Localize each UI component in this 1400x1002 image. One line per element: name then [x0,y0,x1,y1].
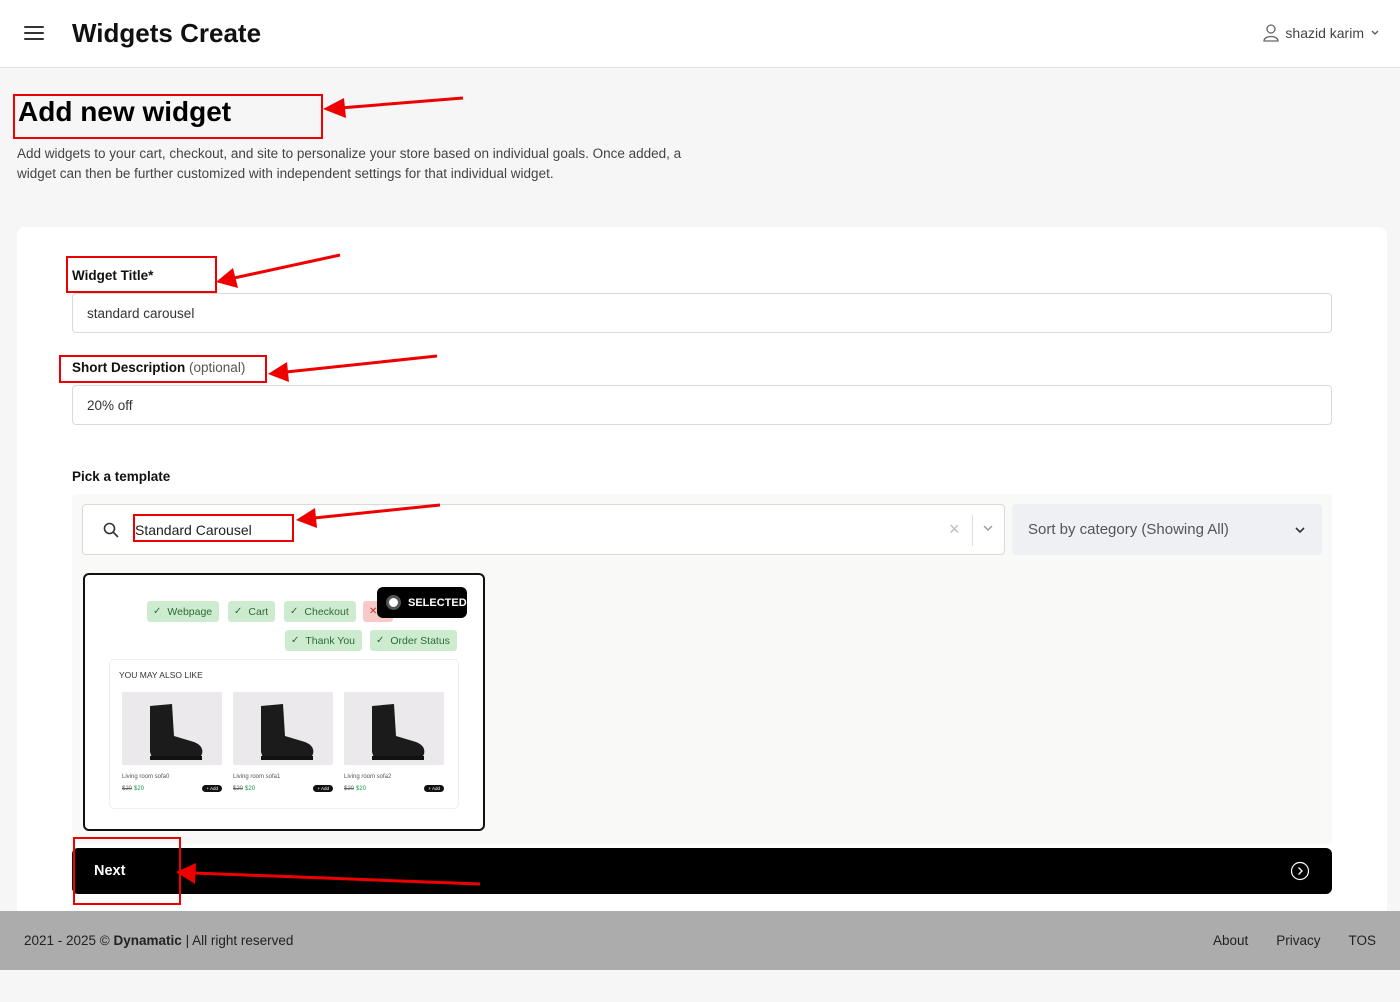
radio-selected-icon [386,595,401,610]
check-icon: ✓ [153,606,162,617]
product-card: Living room sofa1 $20 $20 + Add [233,692,333,792]
template-search-box[interactable]: × [82,504,1005,555]
next-button-label: Next [94,863,126,879]
check-icon: ✓ [291,635,300,646]
chevron-down-icon [1371,30,1379,35]
widget-title-label: Widget Title* [72,268,154,283]
add-to-cart-button: + Add [313,785,333,792]
divider [972,515,973,546]
boot-image [344,692,444,765]
footer-link-privacy[interactable]: Privacy [1276,933,1320,948]
next-button[interactable]: Next [72,848,1332,894]
top-bar: Widgets Create shazid karim [0,0,1400,68]
footer-link-tos[interactable]: TOS [1348,933,1376,948]
arrow-right-circle-icon [1290,861,1310,881]
chip-thank-you: ✓ Thank You [285,630,363,651]
short-description-label-text: Short Description [72,360,186,375]
user-icon [1263,24,1280,42]
page-description: Add widgets to your cart, checkout, and … [17,146,682,181]
boot-image [122,692,222,765]
chip-order-status: ✓ Order Status [370,630,457,651]
chip-checkout: ✓ Checkout [284,601,356,622]
footer-link-about[interactable]: About [1213,933,1248,948]
user-menu[interactable]: shazid karim [1263,24,1380,42]
app-title: Widgets Create [72,18,262,48]
short-description-label: Short Description (optional) [72,360,245,375]
check-icon: ✓ [234,606,243,617]
product-card: Living room sofa2 $20 $20 + Add [344,692,444,792]
optional-tag: (optional) [189,360,246,375]
carousel-preview: YOU MAY ALSO LIKE Living room sofa0 $20 $… [110,660,458,808]
chevron-down-icon [1295,526,1305,533]
chevron-down-icon[interactable] [982,523,994,533]
page-title: Add new widget [18,96,232,127]
clear-search-icon[interactable]: × [949,519,960,540]
hamburger-menu-icon[interactable] [24,26,44,42]
add-to-cart-button: + Add [202,785,222,792]
template-card-standard-carousel[interactable]: ✓ Webpage ✓ Cart ✓ Checkout ✕ ✓ Thank You ✓ O… [83,573,485,831]
chip-webpage: ✓ Webpage [147,601,220,622]
template-search-input[interactable] [135,519,935,541]
add-to-cart-button: + Add [424,785,444,792]
search-icon [103,522,119,538]
sort-select-value: Sort by category (Showing All) [1028,521,1229,538]
footer: 2021 - 2025 © Dynamatic | All right rese… [0,911,1400,970]
pick-template-label: Pick a template [72,469,171,484]
preview-heading: YOU MAY ALSO LIKE [119,670,203,680]
selected-badge: SELECTED [377,587,467,618]
brand-name: Dynamatic [113,933,182,948]
check-icon: ✓ [376,635,385,646]
widget-title-input[interactable] [72,293,1332,333]
boot-image [233,692,333,765]
copyright: 2021 - 2025 © Dynamatic | All right rese… [24,933,294,948]
product-card: Living room sofa0 $20 $20 + Add [122,692,222,792]
user-name: shazid karim [1285,25,1364,41]
short-description-input[interactable] [72,385,1332,425]
sort-by-category-select[interactable]: Sort by category (Showing All) [1012,504,1322,555]
chip-cart: ✓ Cart [228,601,276,622]
check-icon: ✓ [290,606,299,617]
